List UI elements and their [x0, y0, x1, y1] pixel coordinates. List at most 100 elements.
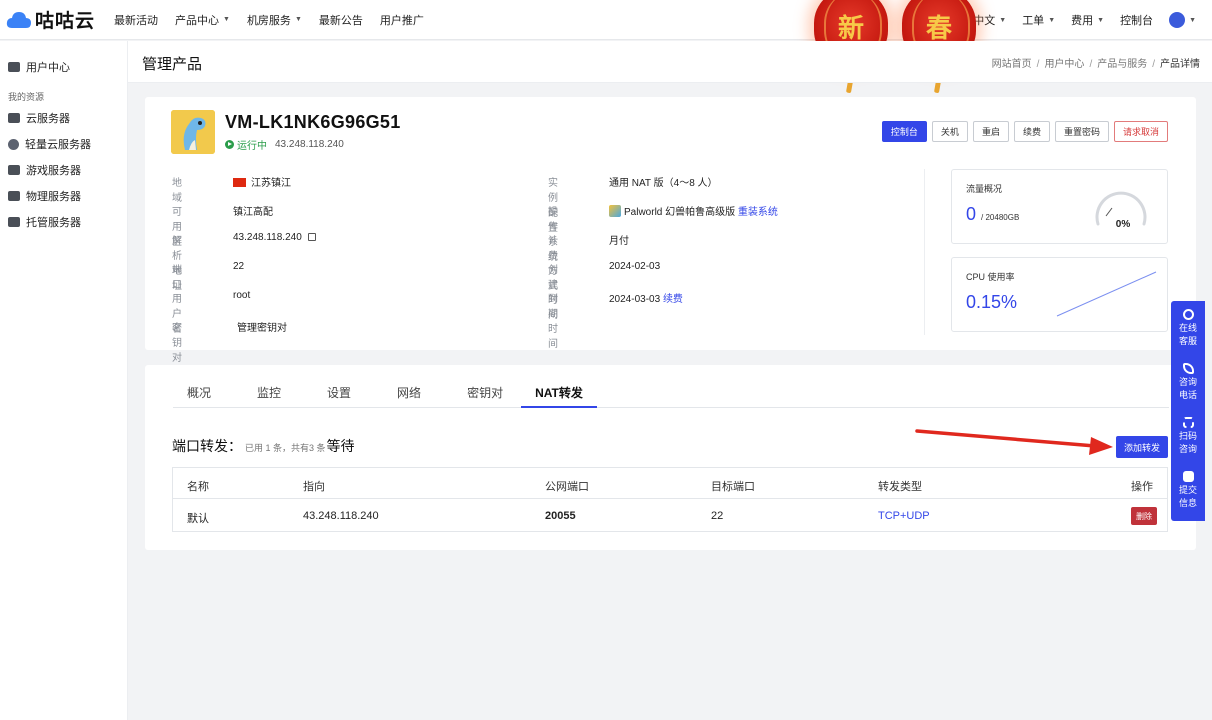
fp-label: 客服 [1178, 336, 1197, 346]
reinstall-os-link[interactable]: 重装系统 [738, 207, 778, 218]
add-forward-button[interactable]: 添加转发 [1115, 436, 1168, 458]
tab-nat-forward[interactable]: NAT转发 [521, 384, 597, 408]
sidebar-item-physical-server[interactable]: 物理服务器 [0, 183, 127, 209]
instance-actions: 控制台 关机 重启 续费 重置密码 请求取消 [877, 121, 1168, 142]
sidebar-item-game-server[interactable]: 游戏服务器 [0, 157, 127, 183]
sidebar-item-label: 托管服务器 [26, 217, 81, 229]
console-button[interactable]: 控制台 [881, 121, 927, 142]
chevron-down-icon: ▼ [294, 16, 302, 23]
table-header-row: 名称 指向 公网端口 目标端口 转发类型 操作 [173, 468, 1167, 499]
address-value: 43.248.118.240 [233, 232, 302, 243]
instance-status: 运行中 43.248.118.240 [225, 137, 344, 152]
traffic-gauge: 0% [1095, 191, 1147, 230]
sidebar-item-light-cloud[interactable]: 轻量云服务器 [0, 131, 127, 157]
traffic-stat-box: 流量概况 0 / 20480GB 0% [951, 169, 1168, 244]
info-value: 43.248.118.240 [233, 232, 316, 243]
nav-console[interactable]: 控制台 [1120, 12, 1153, 28]
server-icon [8, 113, 20, 123]
delete-button[interactable]: 删除 [1131, 507, 1157, 525]
manage-keypair-link[interactable]: 管理密钥对 [237, 319, 287, 334]
info-label: 到期时间 [548, 294, 558, 350]
tab-network[interactable]: 网络 [383, 384, 421, 408]
hexagon-icon [8, 138, 19, 150]
tab-monitor[interactable]: 监控 [243, 384, 281, 408]
chevron-down-icon: ▼ [1097, 16, 1105, 24]
red-arrow-annotation [915, 429, 1113, 455]
cpu-sparkline [1056, 271, 1157, 317]
breadcrumb-products[interactable]: 产品与服务 [1097, 59, 1147, 70]
floating-service-panel: 在线 客服 咨询 电话 扫码 咨询 提交 信息 [1171, 301, 1205, 521]
running-icon [225, 140, 234, 149]
sidebar-item-label: 游戏服务器 [26, 165, 81, 177]
nav-announcements[interactable]: 最新公告 [319, 12, 363, 28]
user-menu[interactable]: ▼ [1169, 12, 1196, 28]
tab-settings[interactable]: 设置 [313, 384, 351, 408]
china-flag-icon [233, 178, 246, 187]
shutdown-button[interactable]: 关机 [931, 121, 968, 142]
fp-label: 咨询 [1178, 377, 1197, 387]
cell-name: 默认 [187, 513, 209, 525]
online-service-button[interactable]: 在线 客服 [1171, 309, 1205, 348]
nav-billing[interactable]: 费用 ▼ [1071, 12, 1104, 28]
nav-products[interactable]: 产品中心 ▼ [175, 12, 230, 28]
hosting-icon [8, 217, 20, 227]
chevron-down-icon: ▼ [1189, 16, 1196, 24]
form-icon [1182, 471, 1194, 482]
cpu-title: CPU 使用率 [966, 272, 1015, 282]
sidebar-item-hosting[interactable]: 托管服务器 [0, 209, 127, 235]
expires-value: 2024-03-03 [609, 294, 661, 305]
info-value: 镇江高配 [233, 207, 273, 218]
restart-button[interactable]: 重启 [972, 121, 1009, 142]
breadcrumb-separator: / [1036, 59, 1040, 70]
lantern-character: 新 [837, 14, 864, 44]
sidebar-item-user-center[interactable]: 用户中心 [0, 54, 127, 80]
page-header: 管理产品 网站首页 / 用户中心 / 产品与服务 / 产品详情 [128, 41, 1212, 83]
palworld-icon [609, 205, 621, 217]
info-value: 22 [233, 261, 245, 272]
tabs-card: 概况 监控 设置 网络 密钥对 NAT转发 端口转发： 已用 1 条，共有3 条… [145, 365, 1196, 550]
cell-forward-type: TCP+UDP [878, 510, 930, 522]
headset-icon [1182, 309, 1194, 320]
scan-consult-button[interactable]: 扫码 咨询 [1171, 417, 1205, 456]
monitor-icon [8, 62, 20, 72]
tab-overview[interactable]: 概况 [173, 384, 211, 408]
nav-label: 产品中心 [175, 14, 219, 27]
brand-logo[interactable]: 咕咕云 [6, 6, 102, 33]
submit-info-button[interactable]: 提交 信息 [1171, 471, 1205, 510]
copy-icon[interactable] [307, 233, 316, 241]
nav-label: 最新公告 [318, 14, 363, 27]
nav-tickets[interactable]: 工单 ▼ [1022, 12, 1055, 28]
os-value: Palworld 幻兽帕鲁高级版 [624, 207, 736, 218]
cell-target-port: 22 [711, 510, 724, 522]
sidebar-item-label: 物理服务器 [26, 191, 81, 203]
instance-name: VM-LK1NK6G96G51 [225, 112, 401, 132]
nav-referral[interactable]: 用户推广 [380, 12, 424, 28]
phone-consult-button[interactable]: 咨询 电话 [1171, 363, 1205, 402]
reset-password-button[interactable]: 重置密码 [1054, 121, 1109, 142]
dinosaur-avatar-icon [171, 110, 215, 154]
info-value: Palworld 幻兽帕鲁高级版 重装系统 [609, 203, 778, 218]
nav-latest-activity[interactable]: 最新活动 [114, 12, 158, 28]
breadcrumb-current: 产品详情 [1160, 59, 1200, 70]
nav-label: 控制台 [1120, 15, 1154, 27]
renew-button[interactable]: 续费 [1013, 121, 1050, 142]
renew-link[interactable]: 续费 [663, 294, 683, 305]
info-value: 2024-02-03 [609, 261, 661, 272]
chevron-down-icon: ▼ [223, 16, 230, 23]
instance-card: VM-LK1NK6G96G51 运行中 43.248.118.240 控制台 关… [145, 97, 1196, 364]
column-header: 指向 [303, 481, 325, 493]
divider [924, 169, 925, 335]
sidebar-item-label: 云服务器 [26, 113, 70, 125]
column-header: 公网端口 [545, 481, 589, 493]
tab-keypair[interactable]: 密钥对 [453, 384, 503, 408]
server-rack-icon [8, 191, 20, 201]
traffic-title: 流量概况 [966, 184, 1003, 194]
nav-datacenter[interactable]: 机房服务 ▼ [247, 12, 302, 28]
request-cancel-button[interactable]: 请求取消 [1113, 121, 1168, 142]
sidebar-item-cloud-server[interactable]: 云服务器 [0, 105, 127, 131]
breadcrumb-home[interactable]: 网站首页 [992, 59, 1032, 70]
traffic-total: / 20480GB [981, 213, 1020, 222]
page-title: 管理产品 [142, 56, 203, 73]
nav-label: 用户推广 [379, 14, 424, 27]
breadcrumb-user-center[interactable]: 用户中心 [1044, 59, 1084, 70]
